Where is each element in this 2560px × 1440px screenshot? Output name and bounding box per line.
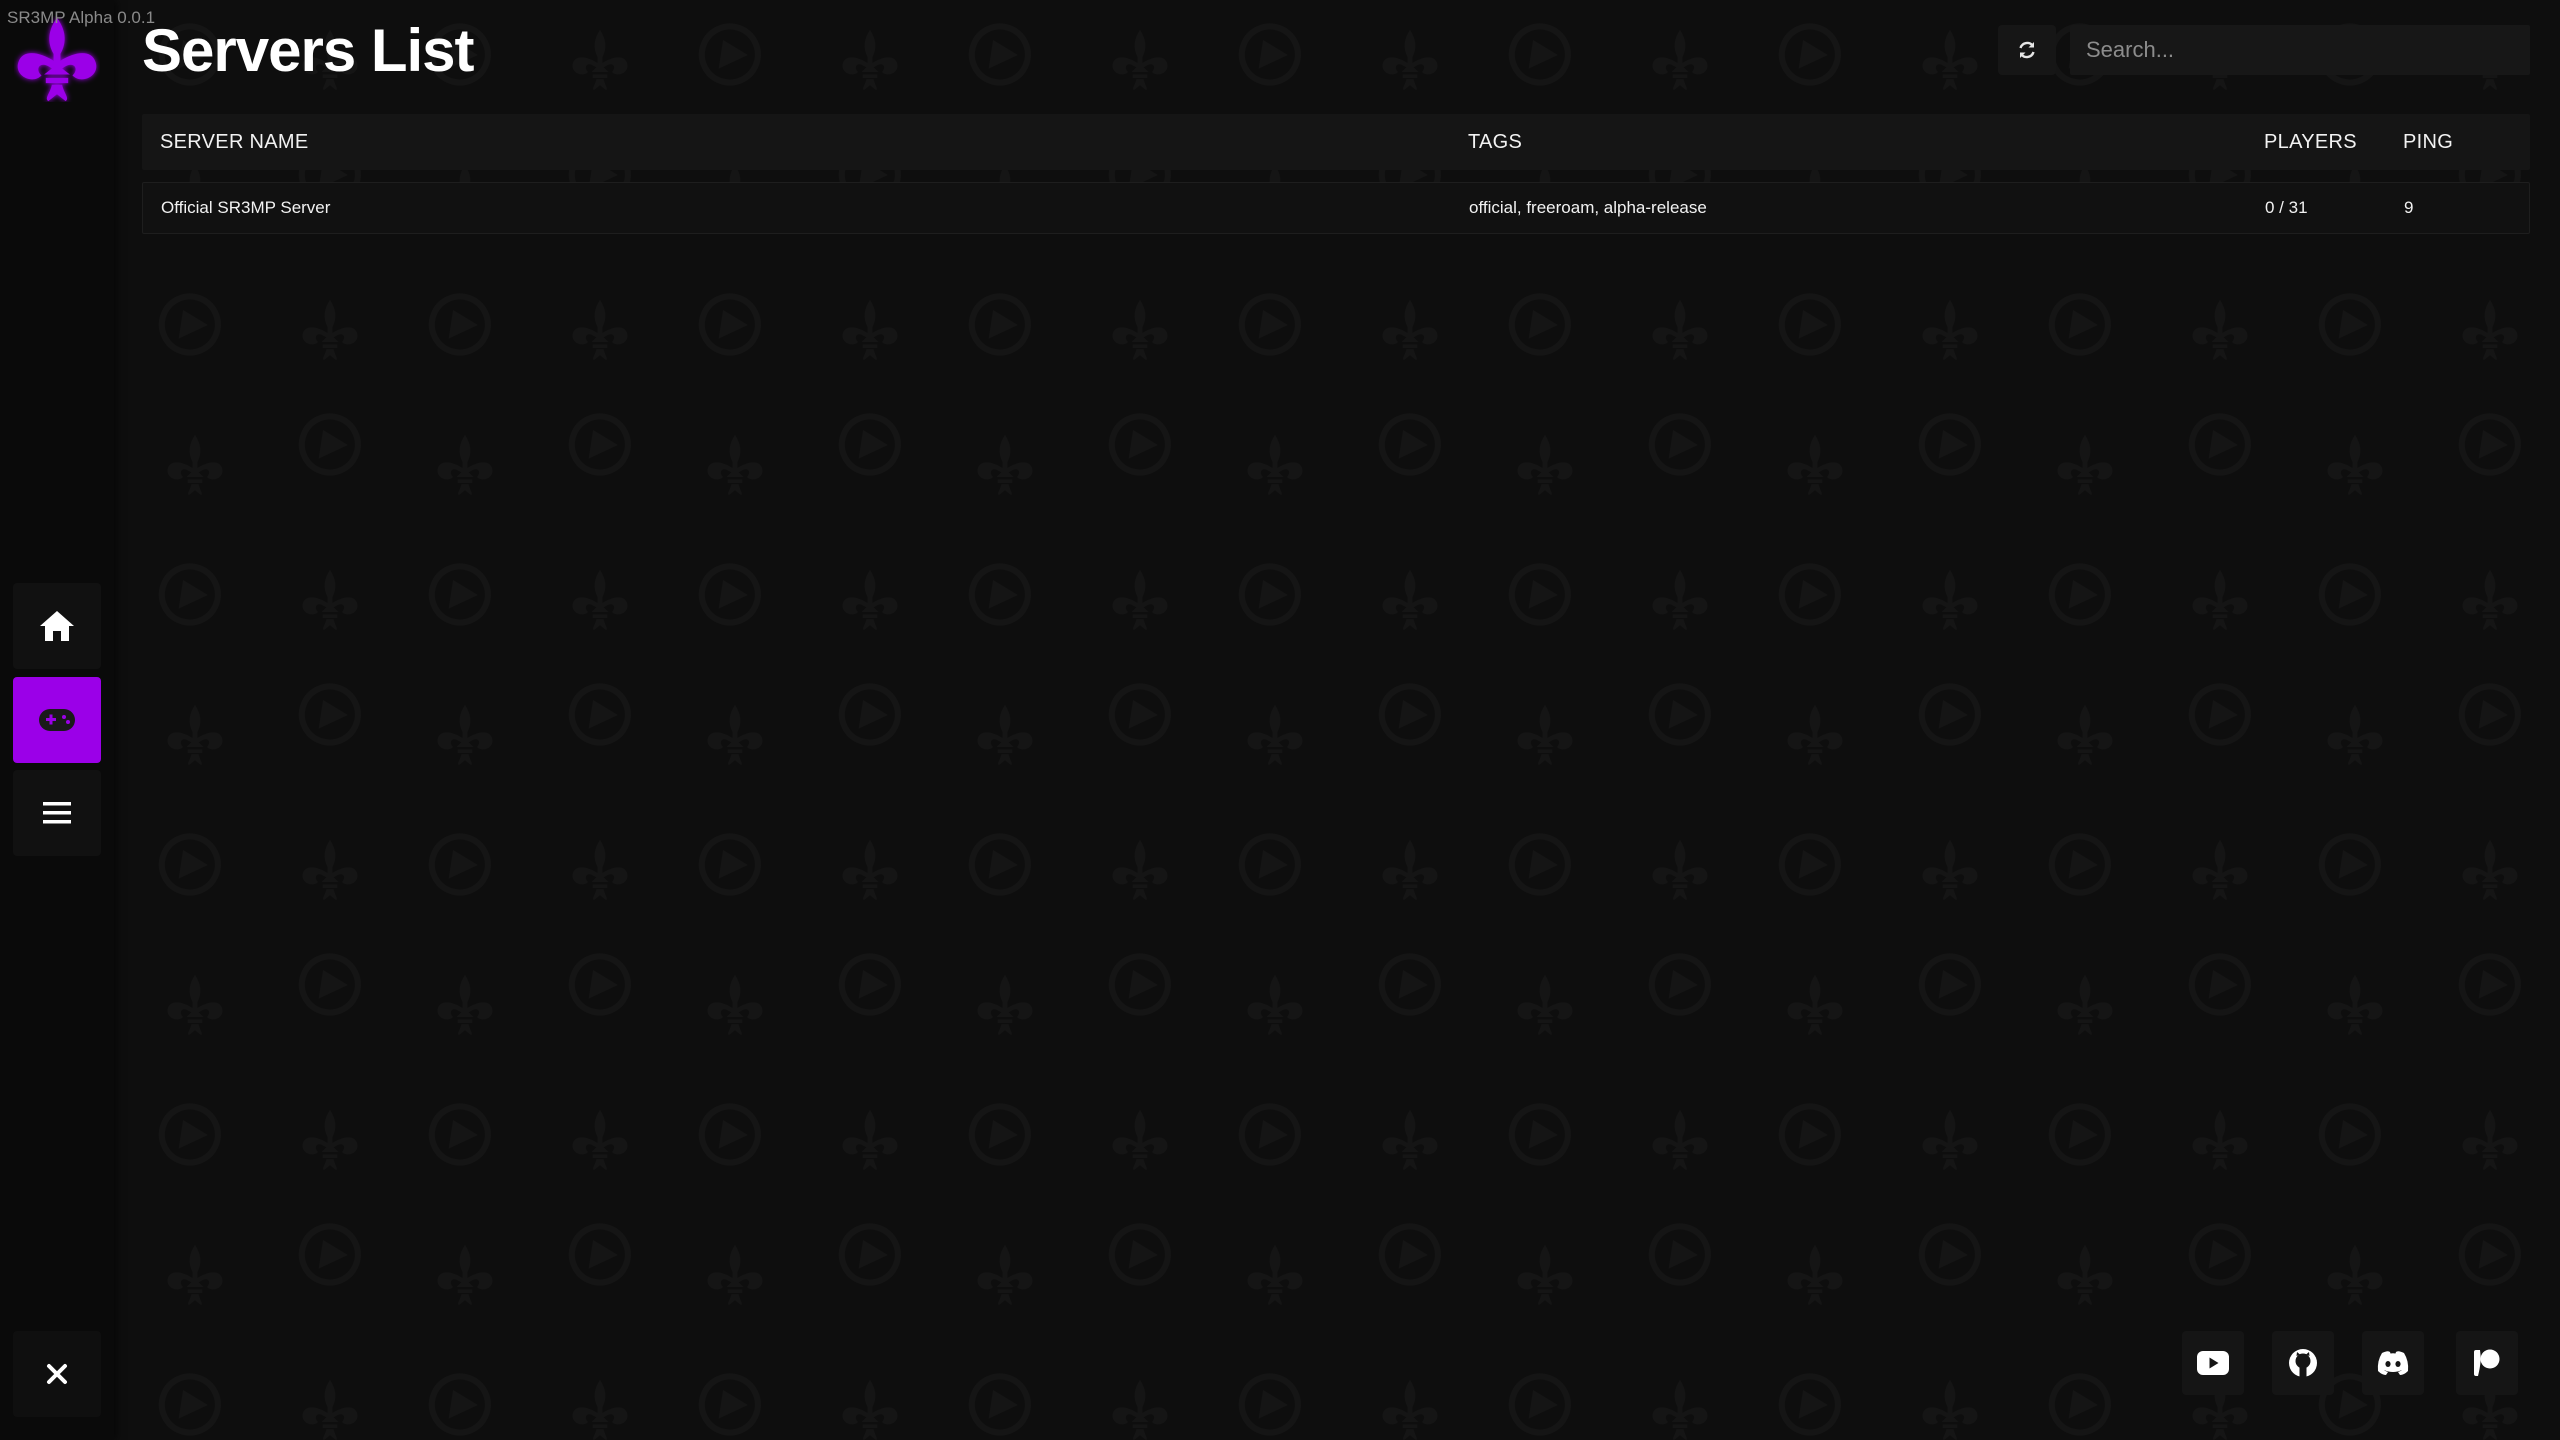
discord-button[interactable] xyxy=(2362,1331,2424,1395)
server-table: SERVER NAME TAGS PLAYERS PING Official S… xyxy=(142,114,2530,234)
youtube-icon xyxy=(2197,1351,2229,1375)
server-ping-cell: 9 xyxy=(2404,198,2414,217)
refresh-button[interactable] xyxy=(1998,25,2056,75)
column-header-players[interactable]: PLAYERS xyxy=(2264,114,2357,170)
sidebar: SR3MP Alpha 0.0.1 xyxy=(0,0,155,1440)
page-title: Servers List xyxy=(142,17,475,84)
column-header-server-name[interactable]: SERVER NAME xyxy=(160,114,309,170)
hamburger-menu-icon xyxy=(43,802,71,824)
table-row[interactable]: Official SR3MP Server official, freeroam… xyxy=(142,182,2530,234)
gamepad-icon xyxy=(39,709,75,731)
sidebar-item-servers[interactable] xyxy=(13,677,101,763)
patreon-button[interactable] xyxy=(2456,1331,2518,1395)
column-header-tags[interactable]: TAGS xyxy=(1468,114,1522,170)
github-icon xyxy=(2289,1349,2317,1377)
youtube-button[interactable] xyxy=(2182,1331,2244,1395)
refresh-icon xyxy=(2019,41,2035,59)
discord-icon xyxy=(2377,1351,2409,1375)
server-players-cell: 0 / 31 xyxy=(2265,198,2308,217)
github-button[interactable] xyxy=(2272,1331,2334,1395)
server-tags-cell: official, freeroam, alpha-release xyxy=(1469,198,1707,217)
version-label: SR3MP Alpha 0.0.1 xyxy=(7,8,156,27)
server-name-cell: Official SR3MP Server xyxy=(161,198,331,217)
close-button[interactable] xyxy=(13,1331,101,1417)
sidebar-item-home[interactable] xyxy=(13,583,101,669)
home-icon xyxy=(40,611,74,641)
column-header-ping[interactable]: PING xyxy=(2403,114,2453,170)
fleur-de-lis-icon xyxy=(17,17,97,102)
sidebar-item-menu[interactable] xyxy=(13,770,101,856)
search-input[interactable] xyxy=(2070,25,2530,75)
table-header: SERVER NAME TAGS PLAYERS PING xyxy=(142,114,2530,170)
close-icon xyxy=(47,1364,67,1384)
patreon-icon xyxy=(2474,1349,2500,1376)
app-window: SR3MP Alpha 0.0.1 Servers List Search...… xyxy=(0,0,2560,1440)
